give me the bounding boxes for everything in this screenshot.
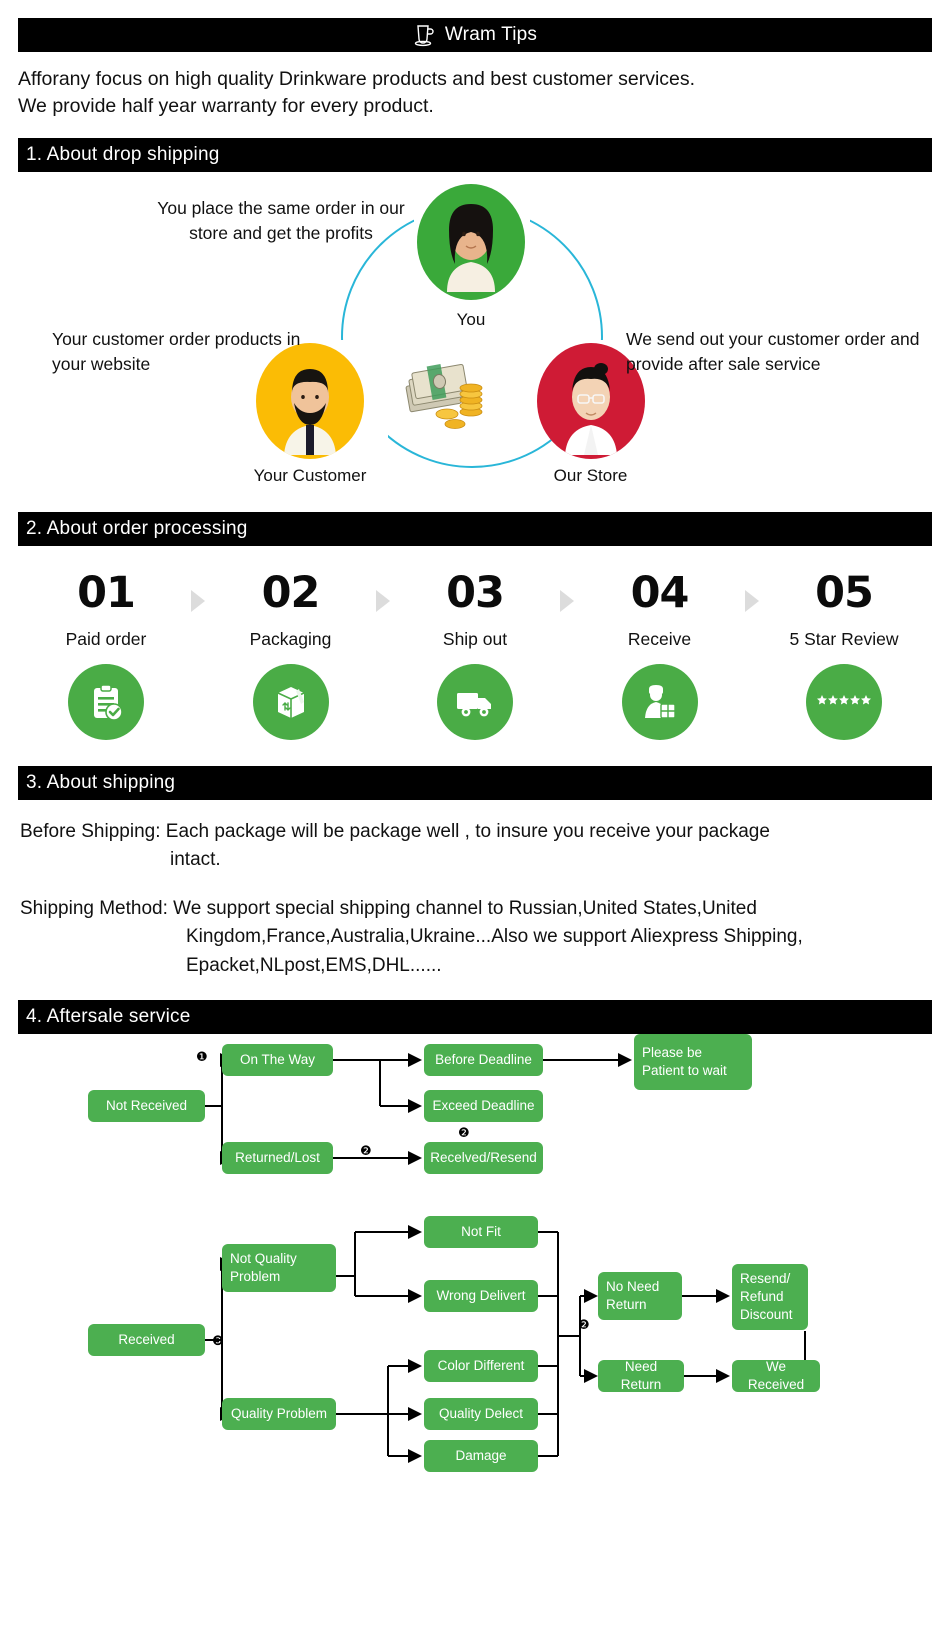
section-bar-order-processing: 2. About order processing [18,511,932,546]
triangle-right-icon-1 [185,588,211,614]
triangle-right-icon-3 [554,588,580,614]
header-bar: Wram Tips [18,18,932,52]
shipping-method-text: We support special shipping channel to R… [167,897,757,919]
flow-box-please-wait[interactable]: Please be Patient to wait [634,1034,752,1091]
callout-customer: Your customer order products in your web… [52,328,301,374]
flow-box-we-received[interactable]: We Received [732,1359,820,1393]
intro-paragraph: Afforany focus on high quality Drinkware… [18,66,932,120]
shipping-text-block: Before Shipping: Each package will be pa… [20,818,930,981]
shipping-method-paragraph: Shipping Method: We support special ship… [20,895,930,981]
before-shipping-text: Each package will be package well , to i… [160,820,770,842]
intro-line-2: We provide half year warranty for every … [18,94,434,117]
flow-box-returned-lost[interactable]: Returned/Lost [222,1142,333,1175]
shipping-method-text-2: Kingdom,France,Australia,Ukraine...Also … [186,926,803,948]
dropshipping-diagram: You Your Customer Our Store You place th… [18,172,932,512]
section-title-aftersale: 4. Aftersale service [26,1006,191,1028]
avatar-label-you: You [456,309,486,329]
courier-parcel-icon [621,663,698,740]
flow-box-quality-defect[interactable]: Quality Delect [424,1398,538,1431]
flow-box-resend-refund-discount[interactable]: Resend/ Refund Discount [732,1264,808,1331]
avatar-label-our-store: Our Store [553,465,628,485]
header-title: Wram Tips [444,24,538,45]
intro-line-1: Afforany focus on high quality Drinkware… [18,68,696,90]
flow-box-received-resend[interactable]: Recelved/Resend [424,1142,543,1175]
order-processing-steps: 01 Paid order 02 Packaging 03 Ship out 0… [40,567,910,740]
package-box-icon [252,663,329,740]
flow-marker-3: ❸ [212,1334,224,1350]
step-number: 05 [815,567,874,618]
step-label: Ship out [442,628,508,649]
step-05: 05 5 Star Review [778,567,910,740]
step-label: Receive [627,628,692,649]
avatar-label-your-customer: Your Customer [253,465,367,485]
step-04: 04 Receive [594,567,726,740]
callout-you: You place the same order in our store an… [157,197,405,243]
before-shipping-text-2: intact. [170,849,221,871]
triangle-right-icon-2 [370,588,396,614]
section-bar-aftersale: 4. Aftersale service [18,1000,932,1035]
flow-box-need-return[interactable]: Need Return [598,1359,684,1393]
callout-store: We send out your customer order and prov… [626,328,920,374]
flow-box-wrong-delivery[interactable]: Wrong Delivert [424,1280,538,1313]
shipping-method-text-3: Epacket,NLpost,EMS,DHL...... [186,954,442,976]
cup-icon [413,23,435,47]
flow-box-no-need-return[interactable]: No Need Return [598,1272,682,1321]
step-number: 01 [77,567,136,618]
step-02: 02 Packaging [225,567,357,740]
flow-box-not-quality-problem[interactable]: Not Quality Problem [222,1244,336,1293]
flow-box-not-received[interactable]: Not Received [88,1090,205,1123]
page-root: Wram Tips Afforany focus on high quality… [0,18,950,1546]
step-number: 04 [630,567,690,618]
flow-box-not-fit[interactable]: Not Fit [424,1216,538,1249]
section-title-shipping: 3. About shipping [26,771,176,793]
step-number: 03 [446,567,505,618]
clipboard-check-icon [68,663,144,740]
flow-box-exceed-deadline[interactable]: Exceed Deadline [424,1090,543,1123]
money-cash-coins-icon [403,350,495,432]
section-bar-shipping: 3. About shipping [18,765,932,800]
shipping-method-label: Shipping Method: [20,897,168,919]
step-label: Packaging [249,628,332,649]
section-title-order-processing: 2. About order processing [26,517,248,539]
aftersale-flowchart: Not Received ❶ On The Way Returned/Lost … [0,1034,950,1546]
five-stars-icon [806,663,882,740]
step-03: 03 Ship out [409,567,541,740]
step-01: 01 Paid order [40,567,172,740]
flow-box-damage[interactable]: Damage [424,1440,538,1473]
flow-box-before-deadline[interactable]: Before Deadline [424,1044,543,1077]
flow-marker-2a: ❷ [360,1144,372,1160]
flow-marker-2b: ❷ [458,1126,470,1142]
flow-box-received[interactable]: Received [88,1324,205,1357]
before-shipping-paragraph: Before Shipping: Each package will be pa… [20,818,930,875]
flow-marker-2c: ❷ [578,1318,590,1334]
before-shipping-label: Before Shipping: [20,820,161,842]
flow-box-on-the-way[interactable]: On The Way [222,1044,333,1077]
flow-box-color-different[interactable]: Color Different [424,1350,538,1383]
flow-marker-1: ❶ [196,1050,208,1066]
section-bar-dropshipping: 1. About drop shipping [18,137,932,172]
step-label: 5 Star Review [789,628,899,649]
triangle-right-icon-4 [739,588,765,614]
avatar-you [417,183,525,300]
section-title-dropshipping: 1. About drop shipping [26,143,220,165]
flow-box-quality-problem[interactable]: Quality Problem [222,1398,336,1431]
delivery-truck-icon [437,663,513,740]
step-number: 02 [261,567,321,618]
step-label: Paid order [65,628,147,649]
